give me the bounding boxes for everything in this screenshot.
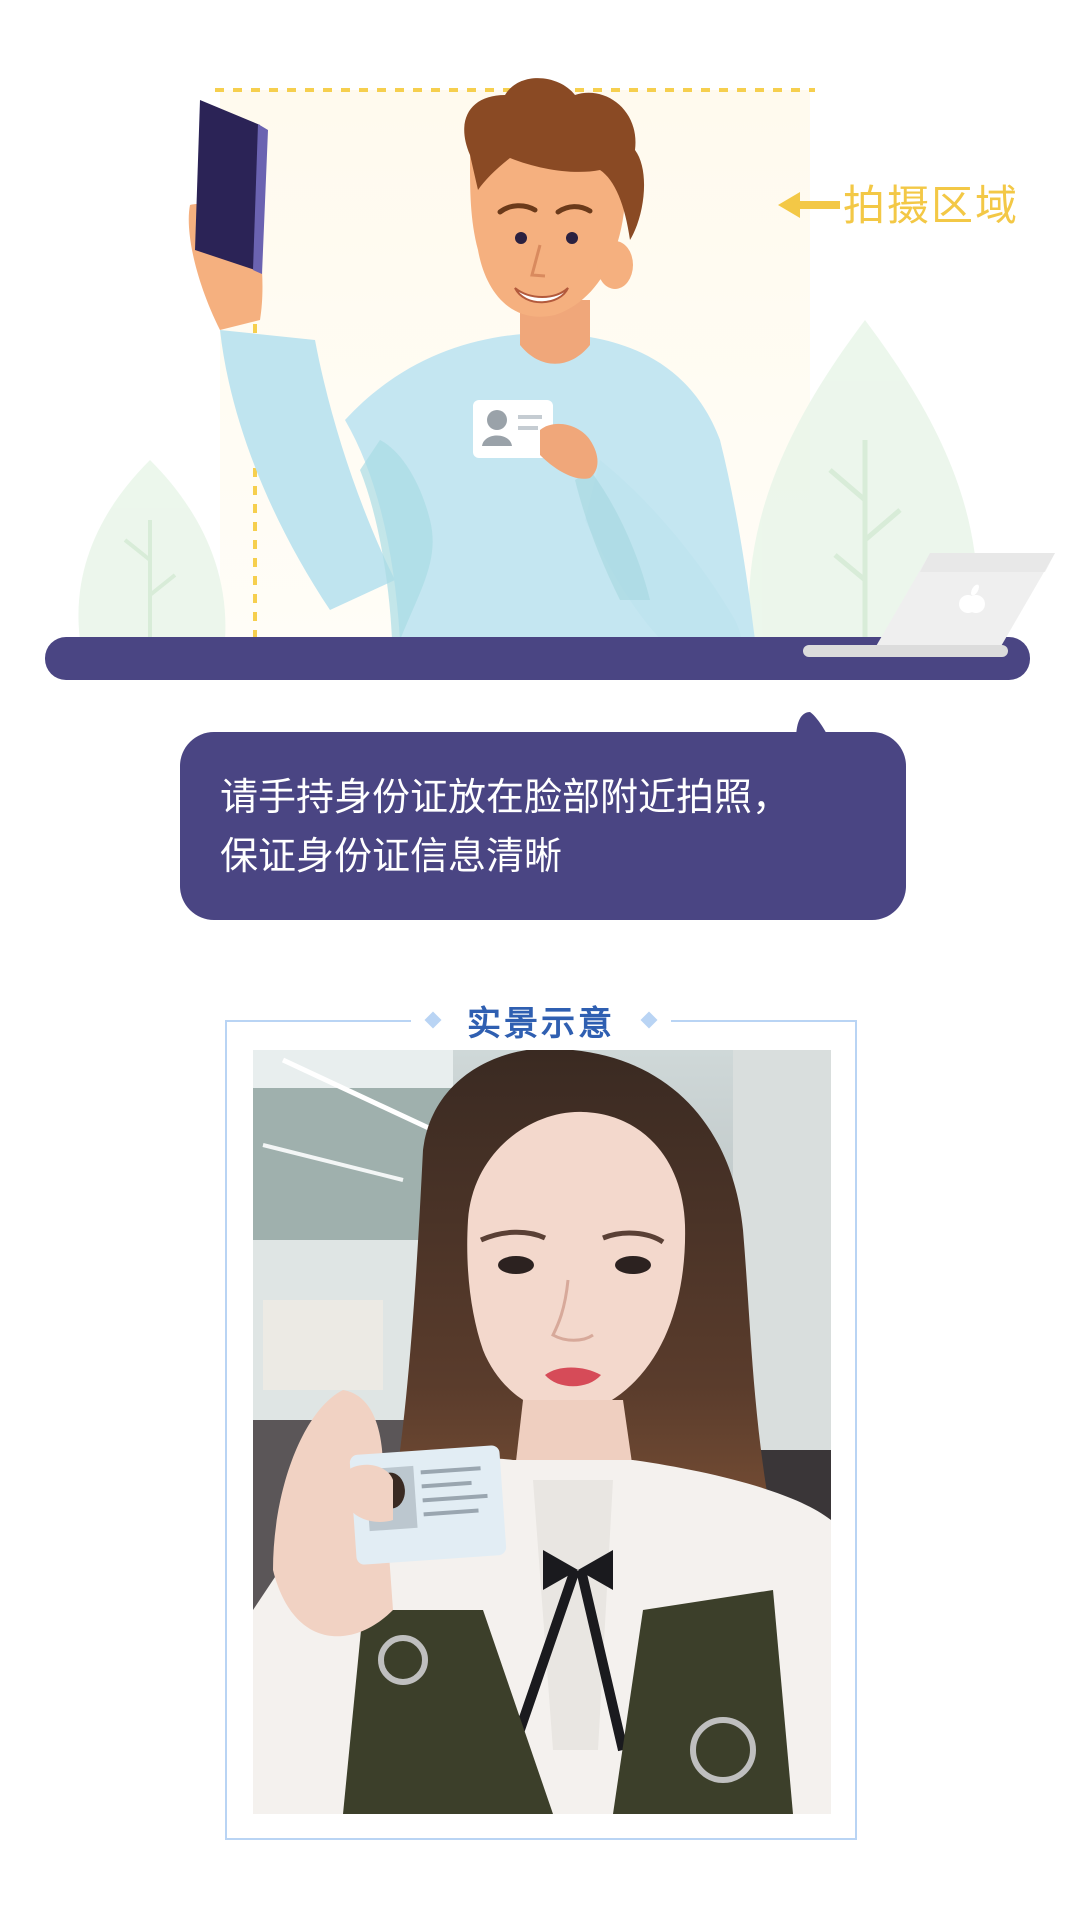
left-tree-decoration bbox=[78, 460, 226, 640]
example-photo bbox=[253, 1050, 831, 1814]
bubble-tail-icon bbox=[796, 712, 830, 740]
shooting-illustration bbox=[45, 78, 1055, 680]
example-title: 实景示意 bbox=[467, 1003, 615, 1044]
instruction-line-2: 保证身份证信息清晰 bbox=[220, 834, 563, 878]
id-card-in-hand bbox=[195, 100, 268, 274]
diamond-left-icon bbox=[424, 1011, 442, 1029]
example-title-bar: 实景示意 bbox=[227, 995, 855, 1045]
instruction-line-1: 请手持身份证放在脸部附近拍照， bbox=[220, 775, 791, 819]
diamond-right-icon bbox=[640, 1011, 658, 1029]
shooting-area-label: 拍摄区域 bbox=[843, 181, 1020, 230]
instruction-bubble: 请手持身份证放在脸部附近拍照， 保证身份证信息清晰 bbox=[180, 712, 906, 920]
